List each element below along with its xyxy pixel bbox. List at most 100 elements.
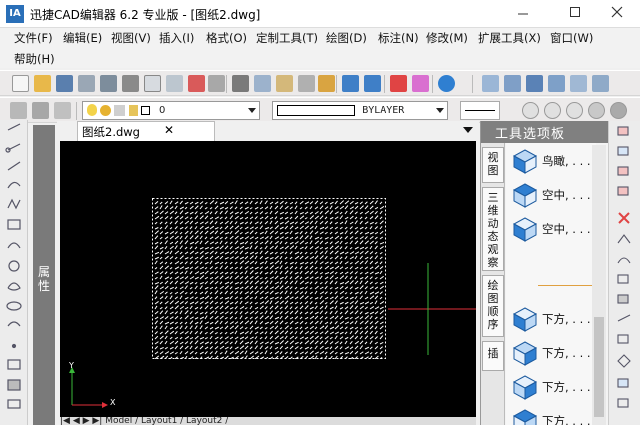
purge-icon[interactable] [412, 75, 429, 92]
multiline-text-icon[interactable] [504, 75, 521, 92]
menu-custom-tools[interactable]: 定制工具(T) [256, 29, 318, 47]
palette-item-label: 鸟瞰, . . . [542, 154, 591, 168]
palette-item-bird-eye[interactable]: 鸟瞰, . . . [510, 145, 596, 175]
menu-insert[interactable]: 插入(I) [159, 29, 194, 47]
palette-item-label: 空中, . . . [542, 188, 591, 202]
layer-color-icon [140, 105, 150, 115]
menu-draw[interactable]: 绘图(D) [326, 29, 367, 47]
cube-icon [512, 217, 538, 242]
linetype-name: BYLAYER [362, 105, 405, 116]
delete-icon[interactable] [390, 75, 407, 92]
close-icon [611, 6, 623, 18]
modify-toolbar [608, 121, 640, 425]
text-scale-icon[interactable] [570, 75, 587, 92]
circle-solid-icon[interactable] [610, 102, 627, 119]
save-as-icon[interactable] [78, 75, 95, 92]
text-style-icon[interactable] [482, 75, 499, 92]
palette-item-label: 下方, . . . [542, 414, 591, 425]
find-icon[interactable] [144, 75, 161, 92]
modify-toolbar-icons [617, 126, 631, 408]
menu-edit[interactable]: 编辑(E) [63, 29, 102, 47]
document-tab-bar: 图纸2.dwg ✕ [57, 121, 479, 141]
draw-toolbar [0, 120, 28, 425]
layer-select[interactable]: 0 [82, 101, 260, 120]
layer-previous-icon[interactable] [32, 102, 49, 119]
palette-item-below-1[interactable]: 下方, . . . [510, 303, 596, 333]
maximize-button[interactable] [552, 0, 598, 28]
menu-format[interactable]: 格式(O) [206, 29, 247, 47]
copy-icon[interactable] [254, 75, 271, 92]
app-logo-icon: IA [6, 5, 24, 23]
save-icon[interactable] [56, 75, 73, 92]
text-edit-icon[interactable] [526, 75, 543, 92]
circle-shade-icon[interactable] [588, 102, 605, 119]
minimize-icon [518, 13, 528, 15]
print-preview-icon[interactable] [100, 75, 117, 92]
open-folder-icon[interactable] [34, 75, 51, 92]
document-tab[interactable]: 图纸2.dwg ✕ [77, 121, 215, 141]
layer-manager-icon[interactable] [10, 102, 27, 119]
linetype-select[interactable]: BYLAYER [272, 101, 448, 120]
cube-icon [512, 375, 538, 400]
paste-special-icon[interactable] [298, 75, 315, 92]
print-icon[interactable] [122, 75, 139, 92]
layer-match-icon[interactable] [54, 102, 71, 119]
paste-icon[interactable] [276, 75, 293, 92]
palette-item-label: 下方, . . . [542, 380, 591, 394]
close-button[interactable] [594, 0, 640, 28]
new-file-icon[interactable] [12, 75, 29, 92]
undo-icon[interactable] [342, 75, 359, 92]
palette-item-label: 空中, . . . [542, 222, 591, 236]
close-tab-icon[interactable]: ✕ [164, 123, 174, 137]
tool-palette-header: 工具选项板 [481, 121, 609, 143]
clear-icon[interactable] [318, 75, 335, 92]
palette-item-below-3[interactable]: 下方, . . . [510, 371, 596, 401]
tool-palette: 工具选项板 视图 三维动态观察 绘图顺序 插 ▸ 鸟瞰, . . . 空中, .… [480, 121, 609, 425]
menu-help[interactable]: 帮助(H) [14, 50, 55, 68]
circle-cross-icon[interactable] [566, 102, 583, 119]
palette-item-below-4[interactable]: 下方, . . . [510, 405, 596, 425]
crosshair-cursor [388, 263, 476, 355]
minimize-button[interactable] [500, 0, 546, 28]
cut-icon[interactable] [232, 75, 249, 92]
document-tab-label: 图纸2.dwg [82, 125, 140, 139]
title-bar: IA 迅捷CAD编辑器 6.2 专业版 - [图纸2.dwg] [0, 0, 640, 28]
menu-view[interactable]: 视图(V) [111, 29, 151, 47]
toolbar-separator [472, 75, 473, 93]
drawing-canvas[interactable]: Y X [60, 141, 476, 417]
palette-item-below-2[interactable]: 下方, . . . [510, 337, 596, 367]
palette-scrollbar-thumb[interactable] [594, 317, 604, 417]
menu-file[interactable]: 文件(F) [14, 29, 53, 47]
menu-dimension[interactable]: 标注(N) [378, 29, 419, 47]
menu-window[interactable]: 窗口(W) [550, 29, 593, 47]
palette-item-aerial[interactable]: 空中, . . . [510, 179, 596, 209]
match-properties-icon[interactable] [208, 75, 225, 92]
menu-extend-tools[interactable]: 扩展工具(X) [478, 29, 541, 47]
text-justify-icon[interactable] [592, 75, 609, 92]
menu-modify[interactable]: 修改(M) [426, 29, 468, 47]
publish-icon[interactable] [166, 75, 183, 92]
layout-tabs-text: |◀ ◀ ▶ ▶| Model / Layout1 / Layout2 / [60, 417, 229, 425]
cube-icon [512, 341, 538, 366]
palette-item-label: 下方, . . . [542, 346, 591, 360]
toolbar-separator [336, 75, 337, 93]
palette-item-aerial-2[interactable]: 空中, . . . [510, 213, 596, 243]
redo-icon[interactable] [364, 75, 381, 92]
chevron-down-icon [248, 108, 256, 113]
spellcheck-icon[interactable] [188, 75, 205, 92]
palette-item-label: 下方, . . . [542, 312, 591, 326]
palette-scrollbar[interactable] [592, 145, 606, 425]
help-icon[interactable] [438, 75, 455, 92]
circle-icon[interactable] [522, 102, 539, 119]
tool-palette-list: 鸟瞰, . . . 空中, . . . 空中, . . . 下方, . . . … [506, 143, 596, 425]
draw-toolbar-icons [5, 123, 22, 409]
text-find-icon[interactable] [548, 75, 565, 92]
layout-tabs[interactable]: |◀ ◀ ▶ ▶| Model / Layout1 / Layout2 / [60, 417, 476, 425]
tab-list-dropdown-icon[interactable] [463, 127, 473, 133]
ucs-y-label: Y [69, 361, 74, 370]
cube-icon [512, 409, 538, 425]
layer-toolbar: 0 BYLAYER [0, 97, 640, 123]
circle-dot-icon[interactable] [544, 102, 561, 119]
lineweight-select[interactable] [460, 101, 500, 120]
properties-panel[interactable]: 属性 [33, 125, 55, 425]
